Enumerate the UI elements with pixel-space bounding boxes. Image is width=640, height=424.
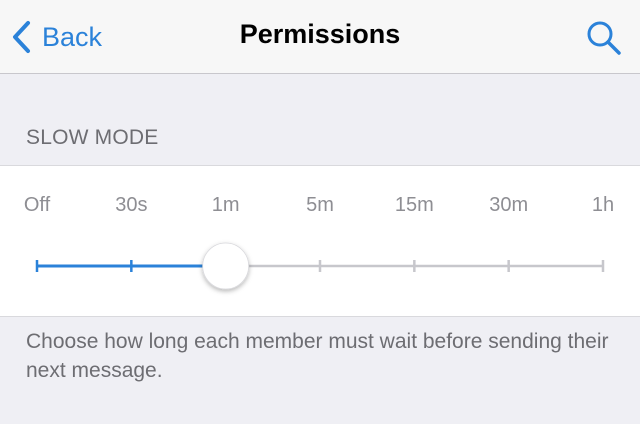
- slow-mode-slider[interactable]: [0, 166, 640, 318]
- search-button[interactable]: [584, 18, 624, 58]
- search-icon: [587, 21, 621, 55]
- navigation-bar: Back Permissions: [0, 0, 640, 74]
- slow-mode-description: Choose how long each member must wait be…: [26, 330, 609, 382]
- page-title: Permissions: [239, 19, 401, 49]
- section-header-slow-mode: SLOW MODE: [26, 126, 159, 149]
- slow-mode-card: Off 30s 1m 5m 15m 30m 1h: [0, 165, 640, 317]
- slider-thumb[interactable]: [202, 242, 250, 290]
